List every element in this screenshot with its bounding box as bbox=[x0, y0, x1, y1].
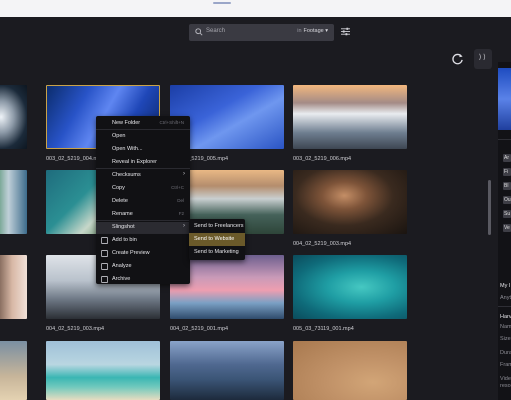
search-icon bbox=[195, 28, 203, 36]
submenu-item-label: Send to Freelancers bbox=[194, 223, 244, 229]
top-tab-strip bbox=[0, 0, 511, 17]
inspector-chip[interactable]: Ve bbox=[503, 224, 511, 232]
search-input[interactable]: Search bbox=[206, 28, 225, 34]
thumbnail-caption: 004_02_5219_001.mp4 bbox=[170, 326, 229, 332]
inspector-text: Vide bbox=[500, 376, 511, 382]
context-menu-item-label: Delete bbox=[112, 198, 128, 204]
inspector-text: Fram bbox=[500, 362, 511, 368]
inspector-text: Nam bbox=[500, 324, 511, 330]
inspector-divider bbox=[498, 139, 511, 140]
sliders-icon[interactable] bbox=[341, 27, 350, 36]
footage-thumbnail[interactable] bbox=[293, 255, 407, 319]
context-menu-item-label: Open bbox=[112, 133, 126, 139]
inspector-chip[interactable]: Fi bbox=[503, 168, 511, 176]
inspector-text: Anyt bbox=[500, 295, 511, 301]
footage-thumbnail[interactable] bbox=[293, 85, 407, 149]
submenu-item-label: Send to Website bbox=[194, 236, 235, 242]
submenu-item-label: Send to Marketing bbox=[194, 249, 239, 255]
footage-thumbnail[interactable] bbox=[0, 255, 27, 319]
context-menu-item-label: Slingshot bbox=[112, 224, 135, 230]
menu-separator bbox=[96, 233, 190, 234]
preview-icon bbox=[101, 250, 108, 257]
menu-separator bbox=[96, 129, 190, 130]
context-menu-item[interactable]: Archive bbox=[96, 274, 190, 285]
search-scope-prefix: in bbox=[297, 28, 302, 34]
context-menu-item[interactable]: Rename F2 bbox=[96, 209, 190, 220]
context-menu: New Folder Ctrl+Shift+N Open Open With... Re… bbox=[96, 116, 190, 284]
thumbnail-caption: 004_02_5219_003.mp4 bbox=[293, 241, 352, 247]
inspector-text: resol bbox=[500, 383, 511, 389]
footage-thumbnail[interactable] bbox=[0, 170, 27, 234]
context-menu-item[interactable]: Add to bin bbox=[96, 235, 190, 246]
search-scope-dropdown[interactable]: in Footage ▾ bbox=[297, 28, 328, 34]
inspector-text: Size bbox=[500, 336, 511, 342]
submenu-item[interactable]: Send to Website bbox=[189, 233, 245, 246]
context-menu-item-label: New Folder bbox=[112, 120, 141, 126]
footage-thumbnail[interactable] bbox=[0, 85, 27, 149]
chevron-right-icon: › bbox=[183, 171, 185, 177]
menu-separator bbox=[96, 220, 190, 221]
inspector-text: My I bbox=[500, 283, 511, 289]
inspector-text: Dura bbox=[500, 350, 511, 356]
app-window: Search in Footage ▾ ⟩⟩ 003_02_5219_004.mp… bbox=[0, 0, 511, 400]
chevron-right-icon: › bbox=[183, 223, 185, 229]
inspector-panel: Ar Fi Bl Ou Su Ve My I Anyt Harv Nam Size Dura Fram V… bbox=[498, 62, 511, 400]
bin-icon bbox=[101, 237, 108, 244]
shortcut-hint: Ctrl+Shift+N bbox=[159, 120, 184, 125]
context-menu-item[interactable]: Delete Del bbox=[96, 196, 190, 207]
collapse-panel-icon: ⟩⟩ bbox=[478, 53, 487, 61]
inspector-chip[interactable]: Bl bbox=[503, 182, 511, 190]
footage-thumbnail[interactable] bbox=[0, 341, 27, 400]
context-menu-item-label: Create Preview bbox=[112, 250, 150, 256]
context-menu-item-label: Copy bbox=[112, 185, 125, 191]
inspector-divider bbox=[498, 306, 511, 307]
context-menu-item[interactable]: Analyze bbox=[96, 261, 190, 272]
archive-icon bbox=[101, 276, 108, 283]
shortcut-hint: F2 bbox=[178, 211, 184, 216]
inspector-text: Harv bbox=[500, 314, 511, 320]
footage-thumbnail[interactable] bbox=[46, 341, 160, 400]
context-menu-item-label: Rename bbox=[112, 211, 133, 217]
slingshot-submenu: Send to Freelancers Send to Website Send t… bbox=[189, 219, 245, 260]
shortcut-hint: Ctrl+C bbox=[171, 185, 184, 190]
context-menu-item[interactable]: New Folder Ctrl+Shift+N bbox=[96, 118, 190, 129]
submenu-item[interactable]: Send to Marketing bbox=[189, 246, 245, 259]
footage-thumbnail[interactable] bbox=[293, 170, 407, 234]
context-menu-item-label: Add to bin bbox=[112, 237, 137, 243]
context-menu-item[interactable]: Reveal in Explorer bbox=[96, 157, 190, 168]
collapse-panel-button[interactable]: ⟩⟩ bbox=[474, 49, 492, 69]
analyze-icon bbox=[101, 263, 108, 270]
thumbnail-caption: 004_02_5219_003.mp4 bbox=[46, 326, 105, 332]
context-menu-item-label: Archive bbox=[112, 276, 131, 282]
context-menu-item-label: Checksums bbox=[112, 172, 141, 178]
context-menu-item[interactable]: Create Preview bbox=[96, 248, 190, 259]
scrollbar[interactable] bbox=[488, 180, 491, 235]
context-menu-item-label: Open With... bbox=[112, 146, 143, 152]
inspector-chip[interactable]: Ar bbox=[503, 154, 511, 162]
context-menu-item-label: Reveal in Explorer bbox=[112, 159, 157, 165]
inspector-preview bbox=[498, 68, 511, 130]
thumbnail-caption: 005_03_73119_001.mp4 bbox=[293, 326, 354, 332]
context-menu-item[interactable]: Checksums › bbox=[96, 170, 190, 181]
context-menu-item[interactable]: Open With... bbox=[96, 144, 190, 155]
menu-separator bbox=[96, 168, 190, 169]
refresh-icon[interactable] bbox=[451, 52, 464, 66]
context-menu-item[interactable]: Slingshot › bbox=[96, 222, 190, 233]
shortcut-hint: Del bbox=[177, 198, 184, 203]
active-tab-indicator bbox=[213, 2, 231, 4]
footage-thumbnail[interactable] bbox=[170, 341, 284, 400]
search-bar[interactable]: Search in Footage ▾ bbox=[189, 24, 334, 41]
context-menu-item[interactable]: Copy Ctrl+C bbox=[96, 183, 190, 194]
search-scope-value: Footage ▾ bbox=[303, 28, 328, 34]
inspector-chip[interactable]: Su bbox=[503, 210, 511, 218]
footage-thumbnail[interactable] bbox=[293, 341, 407, 400]
thumbnail-caption: 003_02_5219_006.mp4 bbox=[293, 156, 352, 162]
submenu-item[interactable]: Send to Freelancers bbox=[189, 220, 245, 233]
context-menu-item-label: Analyze bbox=[112, 263, 132, 269]
context-menu-item[interactable]: Open bbox=[96, 131, 190, 142]
inspector-chip[interactable]: Ou bbox=[503, 196, 511, 204]
